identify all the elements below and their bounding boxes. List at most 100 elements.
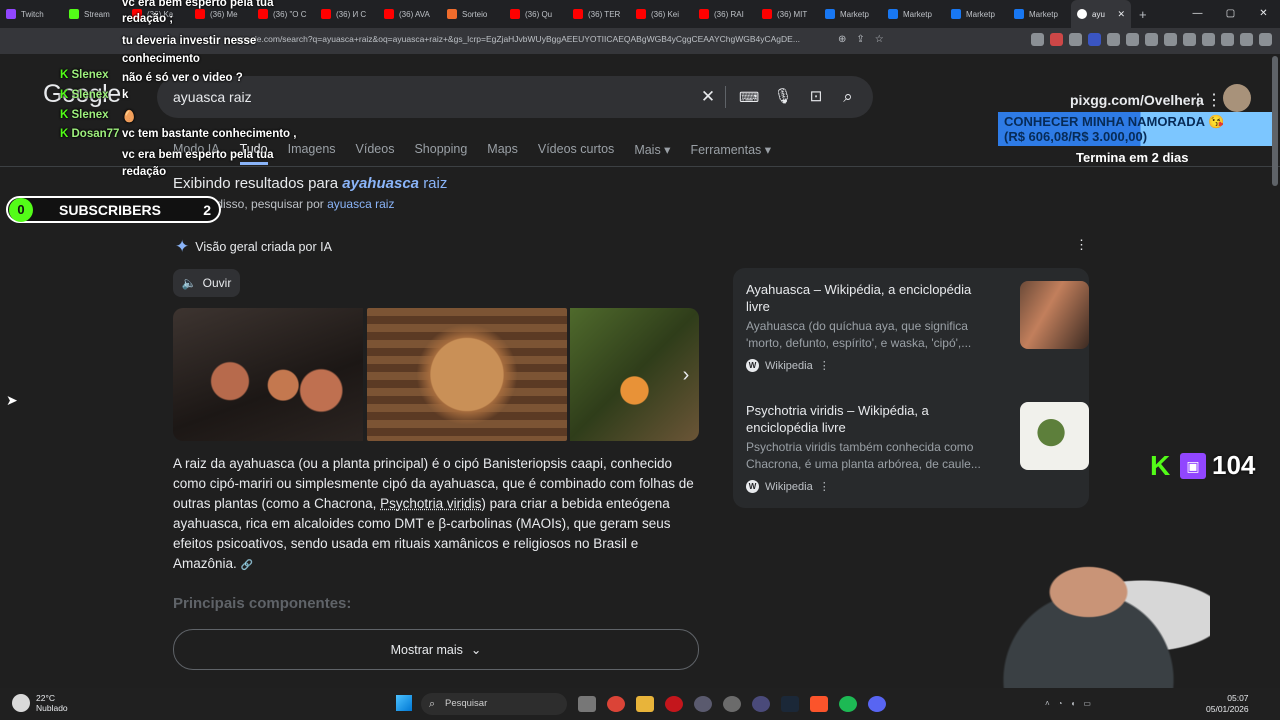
search-box[interactable]: ayuasca raiz ✕ ⌨ 🎙 ⊡ ⌕ — [157, 76, 873, 118]
more-options-icon[interactable]: ⋮ — [819, 480, 830, 493]
extension-icon[interactable] — [1069, 33, 1082, 46]
browser-tab[interactable]: Marketp — [819, 0, 882, 28]
browser-tab[interactable]: Marketp — [1008, 0, 1071, 28]
corrected-query-link[interactable]: ayahuasca raiz — [342, 175, 447, 192]
brave-icon[interactable] — [810, 696, 828, 712]
minimize-button[interactable]: — — [1181, 0, 1214, 28]
extension-icon[interactable] — [1050, 33, 1063, 46]
search-input[interactable]: ayuasca raiz — [173, 89, 252, 105]
search-tab[interactable]: Maps — [487, 142, 518, 165]
task-view-icon[interactable] — [578, 696, 596, 712]
browser-tab[interactable]: (36) MIT — [756, 0, 819, 28]
music-icon[interactable] — [1164, 33, 1177, 46]
keyboard-icon[interactable]: ⌨ — [739, 87, 759, 107]
apps-grid-icon[interactable]: ⋮⋮ — [1190, 90, 1222, 110]
close-window-button[interactable]: ✕ — [1247, 0, 1280, 28]
extension-icon[interactable] — [1107, 33, 1120, 46]
file-explorer-icon[interactable] — [636, 696, 654, 712]
avatar[interactable] — [1223, 84, 1251, 112]
chrome-icon[interactable] — [607, 696, 625, 712]
show-more-button[interactable]: Mostrar mais ⌄ — [173, 629, 699, 670]
chat-message: K Slenex — [60, 69, 109, 81]
taskbar-search[interactable]: ⌕ Pesquisar — [421, 693, 567, 715]
search-tab[interactable]: Vídeos curtos — [538, 142, 614, 165]
browser-tab[interactable]: (36) AVA — [378, 0, 441, 28]
search-tab[interactable]: Ferramentas ▾ — [690, 142, 771, 165]
share-icon[interactable]: ⇪ — [856, 34, 864, 45]
app-icon[interactable] — [694, 696, 712, 712]
windows-start-icon[interactable] — [396, 695, 412, 711]
scrollbar[interactable] — [1272, 56, 1278, 186]
chevron-up-icon[interactable]: ˄ — [1045, 699, 1050, 708]
microphone-icon[interactable]: 🎙 — [773, 87, 793, 107]
app-icon[interactable] — [752, 696, 770, 712]
source-thumbnail[interactable] — [1020, 281, 1089, 349]
more-options-icon[interactable]: ⋮ — [819, 359, 830, 372]
browser-tab[interactable]: Twitch — [0, 0, 63, 28]
link-icon[interactable]: 🔗 — [241, 560, 253, 571]
chat-username: Slenex — [71, 69, 109, 81]
browser-tab[interactable]: Sorteio — [441, 0, 504, 28]
result-image[interactable] — [367, 308, 567, 441]
listen-button[interactable]: 🔈 Ouvir — [173, 269, 240, 297]
chevron-right-icon[interactable]: › — [673, 362, 699, 388]
volume-icon[interactable]: ◖ — [1071, 699, 1076, 708]
browser-tab[interactable]: (36) И С — [315, 0, 378, 28]
weather-widget[interactable]: 22°C Nublado — [12, 693, 68, 713]
maximize-button[interactable]: ▢ — [1214, 0, 1247, 28]
tab-favicon-icon — [6, 9, 16, 19]
zoom-icon[interactable]: ⊕ — [838, 34, 846, 45]
bookmark-star-icon[interactable]: ☆ — [875, 34, 884, 45]
opera-icon[interactable] — [665, 696, 683, 712]
browser-tab[interactable]: Marketp — [882, 0, 945, 28]
search-icon[interactable]: ⌕ — [838, 87, 858, 107]
clock[interactable]: 05:07 05/01/2026 — [1206, 693, 1249, 715]
discord-icon[interactable] — [868, 696, 886, 712]
tab-label: Marketp — [903, 9, 932, 19]
search-tab[interactable]: Imagens — [288, 142, 336, 165]
source-card[interactable]: Psychotria viridis – Wikipédia, a encicl… — [746, 402, 1089, 493]
extension-icon[interactable] — [1031, 33, 1044, 46]
leo-icon[interactable] — [1221, 33, 1234, 46]
browser-tab[interactable]: Stream — [63, 0, 126, 28]
source-title[interactable]: Ayahuasca – Wikipédia, a enciclopédia li… — [746, 281, 991, 315]
extension-icon[interactable] — [1088, 33, 1101, 46]
corrected-suffix[interactable]: raiz — [423, 175, 447, 192]
tab-favicon-icon — [762, 9, 772, 19]
source-thumbnail[interactable] — [1020, 402, 1089, 470]
browser-tab[interactable]: (36) TER — [567, 0, 630, 28]
vpn-icon[interactable] — [1240, 33, 1253, 46]
source-card[interactable]: Ayahuasca – Wikipédia, a enciclopédia li… — [746, 281, 1089, 372]
browser-tab[interactable]: (36) Kei — [630, 0, 693, 28]
tab-label: (36) Kei — [651, 9, 680, 19]
search-tab[interactable]: Mais ▾ — [634, 142, 670, 165]
browser-tab[interactable]: (36) RAI — [693, 0, 756, 28]
wifi-icon[interactable]: ◔ — [1058, 699, 1063, 708]
source-snippet: Ayahuasca (do quíchua aya, que significa… — [746, 319, 972, 350]
sidebar-icon[interactable] — [1183, 33, 1196, 46]
corrected-term[interactable]: ayahuasca — [342, 175, 419, 192]
extension-icon[interactable] — [1145, 33, 1158, 46]
browser-tab-active[interactable]: ayu ✕ — [1071, 0, 1131, 28]
app-icon[interactable] — [723, 696, 741, 712]
search-tab[interactable]: Shopping — [414, 142, 467, 165]
source-title[interactable]: Psychotria viridis – Wikipédia, a encicl… — [746, 402, 991, 436]
steam-icon[interactable] — [781, 696, 799, 712]
original-query-link[interactable]: ayuasca raiz — [327, 197, 394, 211]
search-tab[interactable]: Vídeos — [356, 142, 395, 165]
ai-text-link[interactable]: Psychotria viridis — [380, 496, 481, 511]
battery-icon[interactable]: ▭ — [1083, 699, 1091, 708]
wallet-icon[interactable] — [1202, 33, 1215, 46]
close-tab-icon[interactable]: ✕ — [1117, 9, 1125, 20]
new-tab-button[interactable]: + — [1139, 7, 1147, 22]
extension-icon[interactable] — [1126, 33, 1139, 46]
clear-icon[interactable]: ✕ — [698, 87, 718, 107]
result-image[interactable] — [173, 308, 363, 441]
menu-icon[interactable] — [1259, 33, 1272, 46]
spotify-icon[interactable] — [839, 696, 857, 712]
browser-tab[interactable]: (36) Qu — [504, 0, 567, 28]
url-field[interactable]: google.com/search?q=ayuasca+raiz&oq=ayua… — [236, 34, 800, 44]
more-options-icon[interactable]: ⋮ — [1075, 237, 1088, 253]
browser-tab[interactable]: Marketp — [945, 0, 1008, 28]
lens-icon[interactable]: ⊡ — [806, 87, 826, 107]
